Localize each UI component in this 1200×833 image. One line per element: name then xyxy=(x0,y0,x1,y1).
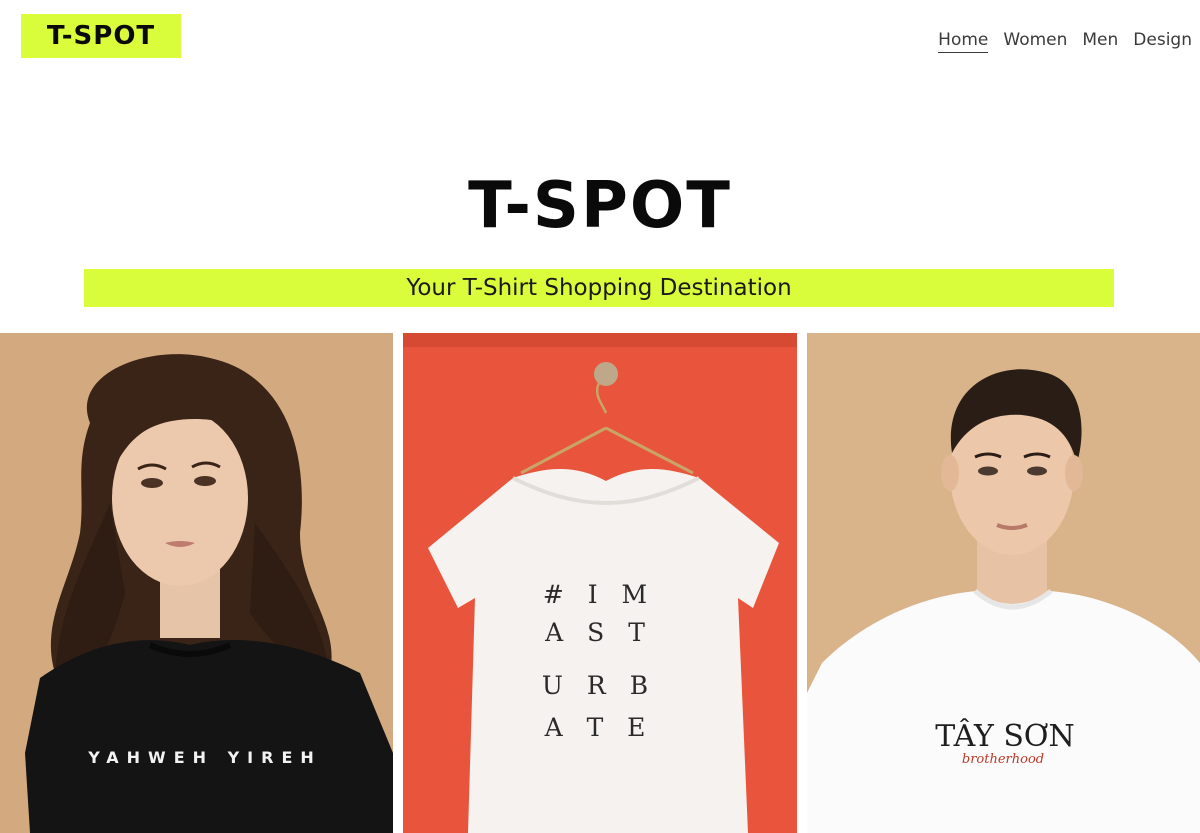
hanging-shirt-photo: # I M A S T U R B A T E xyxy=(403,333,797,833)
model-photo-woman: YAHWEH YIREH xyxy=(0,333,393,833)
shirt-print-line-4: A T E xyxy=(544,713,654,742)
shirt-print-line-3: U R B xyxy=(542,671,656,700)
shirt-print-brotherhood: brotherhood xyxy=(962,752,1044,767)
hero-title: T-SPOT xyxy=(468,169,732,243)
logo[interactable]: T-SPOT xyxy=(21,14,181,58)
nav-design[interactable]: Design xyxy=(1133,30,1192,53)
shirt-print-yahweh: YAHWEH YIREH xyxy=(87,748,322,767)
nav-men[interactable]: Men xyxy=(1082,30,1118,53)
hero-tagline: Your T-Shirt Shopping Destination xyxy=(84,269,1114,307)
product-card-women[interactable]: YAHWEH YIREH xyxy=(0,333,393,833)
nav-home[interactable]: Home xyxy=(938,30,989,53)
product-card-men[interactable]: TÂY SƠN brotherhood xyxy=(807,333,1200,833)
shirt-print-tay-son: TÂY SƠN xyxy=(935,718,1075,754)
page: T-SPOT Home Women Men Design T-SPOT Your… xyxy=(0,0,1200,833)
product-card-design[interactable]: # I M A S T U R B A T E xyxy=(403,333,797,833)
shirt-print-line-2: A S T xyxy=(544,618,653,647)
nav-women[interactable]: Women xyxy=(1003,30,1067,53)
shirt-print-line-1: # I M xyxy=(543,580,655,609)
product-gallery: YAHWEH YIREH # I M A S T U R B A T E TÂY… xyxy=(0,333,1200,833)
model-photo-man: TÂY SƠN brotherhood xyxy=(807,333,1200,833)
main-nav: Home Women Men Design xyxy=(938,30,1192,53)
